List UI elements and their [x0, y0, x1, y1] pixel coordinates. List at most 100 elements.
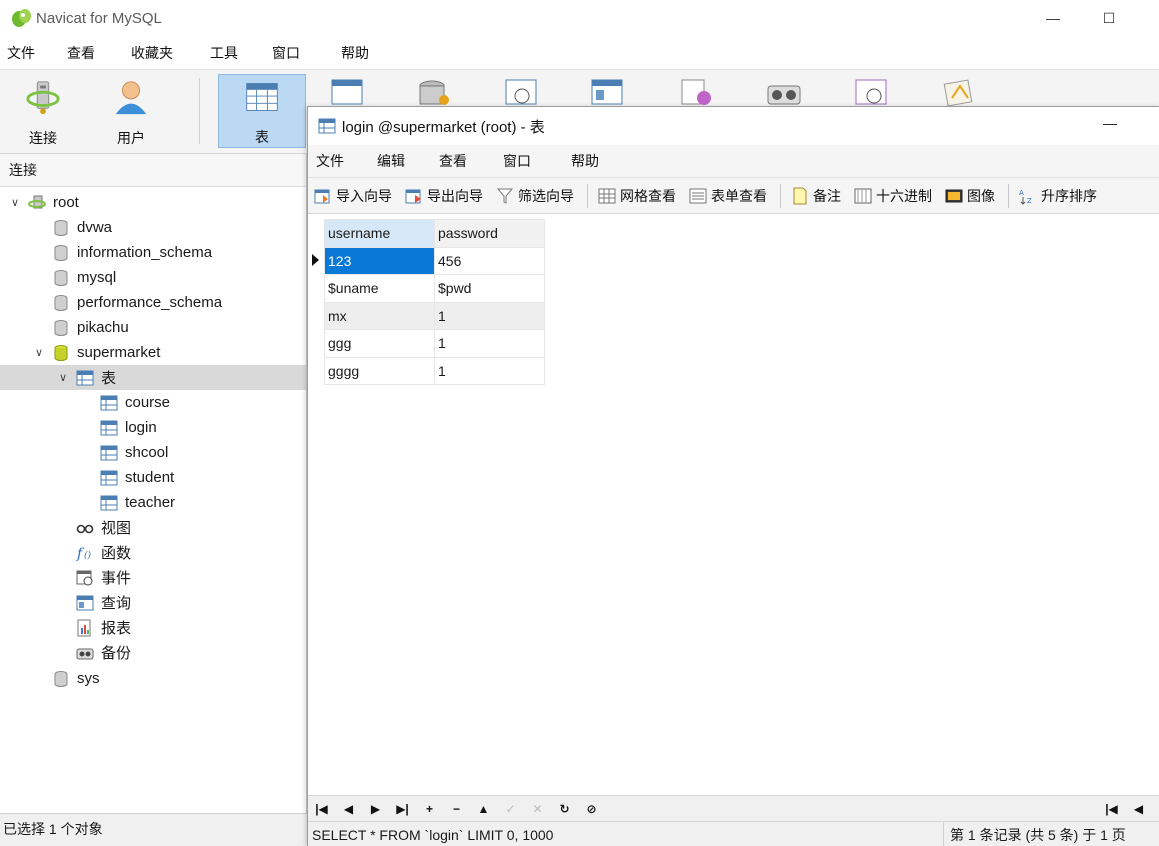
- table-cell[interactable]: mx: [324, 301, 435, 330]
- child-menu-file[interactable]: 文件: [316, 151, 344, 171]
- event-tool-icon[interactable]: [504, 78, 540, 106]
- tree-node-login[interactable]: login: [0, 415, 306, 440]
- table-cell[interactable]: 456: [434, 246, 545, 275]
- schedule-tool-icon[interactable]: [854, 78, 890, 106]
- import-wizard-button[interactable]: 导入向导: [314, 186, 392, 206]
- menu-favorites[interactable]: 收藏夹: [131, 43, 173, 63]
- toolbar-separator: [199, 78, 200, 144]
- tree-node-shcool[interactable]: shcool: [0, 440, 306, 465]
- move-up-button[interactable]: ▲: [470, 802, 497, 816]
- tree-node-dvwa[interactable]: dvwa: [0, 215, 306, 240]
- query-icon: [76, 595, 94, 610]
- delete-record-button[interactable]: −: [443, 802, 470, 816]
- hex-button[interactable]: 十六进制: [854, 186, 932, 206]
- table-icon: [100, 395, 118, 410]
- chevron-down-icon[interactable]: ∨: [32, 346, 46, 359]
- tree-node-tables[interactable]: ∨ 表: [0, 365, 306, 390]
- last-record-button[interactable]: ▶|: [389, 802, 416, 816]
- child-menu-help[interactable]: 帮助: [571, 151, 599, 171]
- filter-wizard-button[interactable]: 筛选向导: [496, 186, 574, 206]
- column-header-username[interactable]: username: [324, 219, 435, 248]
- tree-node-mysql[interactable]: mysql: [0, 265, 306, 290]
- tree-node-functions[interactable]: f() 函数: [0, 540, 306, 565]
- apply-changes-button[interactable]: ✓: [497, 802, 524, 816]
- tree-node-queries[interactable]: 查询: [0, 590, 306, 615]
- tree-node-teacher[interactable]: teacher: [0, 490, 306, 515]
- grid-view-button[interactable]: 网格查看: [598, 186, 676, 206]
- toolbar-user-button[interactable]: 用户: [88, 74, 174, 148]
- table-cell[interactable]: 123: [324, 246, 435, 275]
- table-cell[interactable]: gggg: [324, 356, 435, 385]
- first-record-button[interactable]: |◀: [308, 802, 335, 816]
- form-view-label: 表单查看: [711, 187, 767, 204]
- table-row[interactable]: mx 1: [324, 301, 545, 330]
- first-page-button[interactable]: |◀: [1098, 802, 1125, 816]
- tree-node-information-schema[interactable]: information_schema: [0, 240, 306, 265]
- toolbar-table-button[interactable]: 表: [218, 74, 306, 148]
- backup-tool-icon[interactable]: [766, 78, 802, 106]
- tree-node-course[interactable]: course: [0, 390, 306, 415]
- tree-node-reports[interactable]: 报表: [0, 615, 306, 640]
- chevron-down-icon[interactable]: ∨: [56, 371, 70, 384]
- tree-node-root[interactable]: ∨ root: [0, 190, 306, 215]
- child-menu-window[interactable]: 窗口: [503, 151, 531, 171]
- child-minimize-button[interactable]: —: [1103, 115, 1117, 131]
- sort-ascending-button[interactable]: AZ 升序排序: [1019, 186, 1097, 206]
- stop-button[interactable]: ⊘: [578, 802, 605, 816]
- tree-node-events[interactable]: 事件: [0, 565, 306, 590]
- menu-view[interactable]: 查看: [67, 43, 95, 63]
- menu-window[interactable]: 窗口: [272, 43, 300, 63]
- table-row[interactable]: ggg 1: [324, 329, 545, 358]
- table-cell[interactable]: 1: [434, 356, 545, 385]
- tree-node-student[interactable]: student: [0, 465, 306, 490]
- model-tool-icon[interactable]: [942, 78, 978, 106]
- table-row[interactable]: gggg 1: [324, 356, 545, 385]
- tree-node-sys[interactable]: sys: [0, 666, 306, 691]
- chevron-down-icon[interactable]: ∨: [8, 196, 22, 209]
- menu-tools[interactable]: 工具: [210, 43, 238, 63]
- menu-file[interactable]: 文件: [7, 43, 35, 63]
- svg-text:(): (): [84, 550, 92, 561]
- minimize-button[interactable]: —: [1041, 6, 1065, 30]
- table-cell[interactable]: 1: [434, 301, 545, 330]
- column-header-password[interactable]: password: [434, 219, 545, 248]
- image-icon: [945, 189, 963, 202]
- tree-node-views[interactable]: 视图: [0, 515, 306, 540]
- form-view-button[interactable]: 表单查看: [689, 186, 767, 206]
- table-cell[interactable]: $uname: [324, 274, 435, 303]
- refresh-button[interactable]: ↻: [551, 802, 578, 816]
- table-data-window: login @supermarket (root) - 表 — 文件 编辑 查看…: [307, 106, 1159, 846]
- add-record-button[interactable]: +: [416, 802, 443, 816]
- discard-changes-button[interactable]: ✕: [524, 802, 551, 816]
- prev-record-button[interactable]: ◀: [335, 802, 362, 816]
- toolbar-connection-button[interactable]: 连接: [0, 74, 86, 148]
- table-cell[interactable]: $pwd: [434, 274, 545, 303]
- tree-label: sys: [77, 670, 100, 687]
- query-tool-icon[interactable]: [590, 78, 626, 106]
- table-icon: [100, 470, 118, 485]
- table-cell[interactable]: 1: [434, 329, 545, 358]
- child-menu-view[interactable]: 查看: [439, 151, 467, 171]
- sort-ascending-icon: AZ: [1019, 189, 1032, 205]
- export-wizard-button[interactable]: 导出向导: [405, 186, 483, 206]
- tree-node-performance-schema[interactable]: performance_schema: [0, 290, 306, 315]
- prev-page-button[interactable]: ◀: [1125, 802, 1152, 816]
- next-record-button[interactable]: ▶: [362, 802, 389, 816]
- tree-node-backups[interactable]: 备份: [0, 640, 306, 665]
- table-row[interactable]: $uname $pwd: [324, 274, 545, 303]
- form-icon: [689, 188, 707, 203]
- image-button[interactable]: 图像: [945, 186, 995, 206]
- menu-help[interactable]: 帮助: [341, 43, 369, 63]
- memo-button[interactable]: 备注: [791, 186, 841, 206]
- data-grid[interactable]: username password 123 456 $uname $pwd mx…: [308, 219, 1159, 795]
- tree-node-pikachu[interactable]: pikachu: [0, 315, 306, 340]
- function-tool-icon[interactable]: [416, 78, 452, 106]
- view-tool-icon[interactable]: [330, 78, 366, 106]
- maximize-button[interactable]: ☐: [1097, 6, 1121, 30]
- child-menu-edit[interactable]: 编辑: [377, 151, 405, 171]
- table-row[interactable]: 123 456: [324, 246, 545, 275]
- backup-icon: [76, 648, 94, 659]
- report-tool-icon[interactable]: [678, 78, 714, 106]
- table-cell[interactable]: ggg: [324, 329, 435, 358]
- tree-node-supermarket[interactable]: ∨ supermarket: [0, 340, 306, 365]
